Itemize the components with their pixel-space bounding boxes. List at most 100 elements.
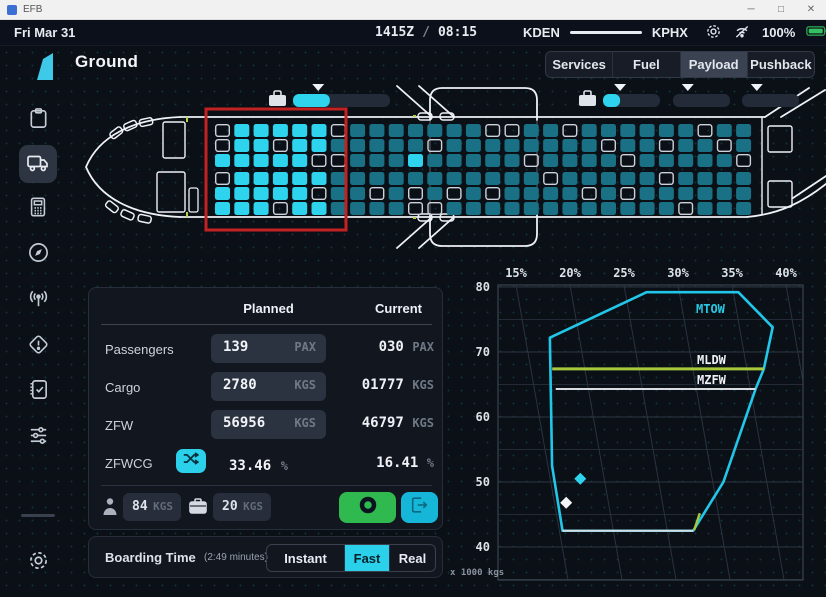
seat[interactable]: [447, 124, 462, 137]
seat[interactable]: [678, 154, 693, 167]
seat[interactable]: [562, 202, 577, 215]
seat[interactable]: [543, 124, 558, 137]
seat[interactable]: [620, 172, 635, 185]
seat[interactable]: [292, 202, 307, 215]
seat[interactable]: [427, 154, 442, 167]
seat[interactable]: [717, 154, 732, 167]
sidebar-item-settings[interactable]: [19, 544, 57, 582]
seat[interactable]: [601, 187, 616, 200]
seat[interactable]: [602, 140, 616, 152]
seat[interactable]: [332, 155, 346, 167]
boarding-fast-button[interactable]: Fast: [345, 545, 390, 571]
seat[interactable]: [409, 203, 423, 215]
seat[interactable]: [562, 172, 577, 185]
seat[interactable]: [447, 202, 462, 215]
seat[interactable]: [389, 172, 404, 185]
seat[interactable]: [505, 172, 520, 185]
minimize-button[interactable]: ─: [736, 4, 766, 15]
seat[interactable]: [698, 187, 713, 200]
seat[interactable]: [485, 172, 500, 185]
seat[interactable]: [640, 187, 655, 200]
seat[interactable]: [659, 124, 674, 137]
seat[interactable]: [389, 139, 404, 152]
seat[interactable]: [640, 124, 655, 137]
seat[interactable]: [215, 187, 230, 200]
sidebar-item-alerts[interactable]: [19, 328, 57, 366]
tab-pushback[interactable]: Pushback: [748, 52, 814, 77]
sidebar-item-calculator[interactable]: [19, 190, 57, 228]
maximize-button[interactable]: □: [766, 4, 796, 15]
seat[interactable]: [640, 202, 655, 215]
seat[interactable]: [216, 173, 230, 185]
sidebar-item-navigation[interactable]: [19, 236, 57, 274]
seat[interactable]: [254, 202, 269, 215]
tab-services[interactable]: Services: [546, 52, 613, 77]
seat[interactable]: [447, 188, 461, 200]
seat[interactable]: [274, 140, 288, 152]
seat[interactable]: [274, 203, 288, 215]
boarding-real-button[interactable]: Real: [390, 545, 435, 571]
seat[interactable]: [234, 124, 249, 137]
seat[interactable]: [292, 124, 307, 137]
seat[interactable]: [736, 202, 751, 215]
seat[interactable]: [563, 125, 577, 137]
sidebar-item-checklist[interactable]: [19, 373, 57, 411]
seat[interactable]: [582, 124, 597, 137]
seat[interactable]: [698, 154, 713, 167]
seat[interactable]: [621, 188, 635, 200]
seat[interactable]: [486, 125, 500, 137]
seat[interactable]: [582, 154, 597, 167]
seat[interactable]: [369, 139, 384, 152]
seat[interactable]: [524, 202, 539, 215]
seat[interactable]: [698, 172, 713, 185]
seat[interactable]: [234, 187, 249, 200]
seat[interactable]: [350, 187, 365, 200]
seat[interactable]: [736, 172, 751, 185]
seat[interactable]: [215, 154, 230, 167]
seat[interactable]: [620, 139, 635, 152]
seat[interactable]: [621, 155, 635, 167]
seat[interactable]: [505, 187, 520, 200]
seat[interactable]: [216, 140, 230, 152]
boarding-instant-button[interactable]: Instant: [267, 545, 345, 571]
seat[interactable]: [273, 154, 288, 167]
seat[interactable]: [216, 125, 230, 137]
seat[interactable]: [737, 155, 751, 167]
seat[interactable]: [544, 173, 558, 185]
seat[interactable]: [466, 187, 481, 200]
seat[interactable]: [273, 124, 288, 137]
seat[interactable]: [582, 139, 597, 152]
seat[interactable]: [601, 154, 616, 167]
seat[interactable]: [698, 125, 712, 137]
seat[interactable]: [408, 172, 423, 185]
seat[interactable]: [331, 202, 346, 215]
seat[interactable]: [640, 154, 655, 167]
seat[interactable]: [408, 139, 423, 152]
seat[interactable]: [659, 202, 674, 215]
zfw-planned-input[interactable]: 56956 KGS: [211, 410, 326, 439]
cargo-bar-3[interactable]: [673, 84, 730, 107]
seat[interactable]: [331, 187, 346, 200]
seat[interactable]: [466, 154, 481, 167]
seat[interactable]: [505, 125, 519, 137]
seat[interactable]: [427, 172, 442, 185]
seat[interactable]: [698, 139, 713, 152]
sidebar-item-flightplan[interactable]: [19, 102, 57, 140]
seat[interactable]: [312, 124, 327, 137]
seat[interactable]: [505, 154, 520, 167]
seat[interactable]: [254, 187, 269, 200]
seat[interactable]: [543, 202, 558, 215]
seat[interactable]: [254, 124, 269, 137]
seat[interactable]: [679, 203, 693, 215]
seat[interactable]: [312, 172, 327, 185]
seat[interactable]: [601, 202, 616, 215]
tab-fuel[interactable]: Fuel: [613, 52, 680, 77]
seat[interactable]: [369, 124, 384, 137]
seat[interactable]: [350, 202, 365, 215]
seat[interactable]: [466, 124, 481, 137]
seat[interactable]: [620, 124, 635, 137]
seat[interactable]: [717, 172, 732, 185]
seat[interactable]: [717, 187, 732, 200]
seat[interactable]: [717, 202, 732, 215]
seat[interactable]: [543, 139, 558, 152]
